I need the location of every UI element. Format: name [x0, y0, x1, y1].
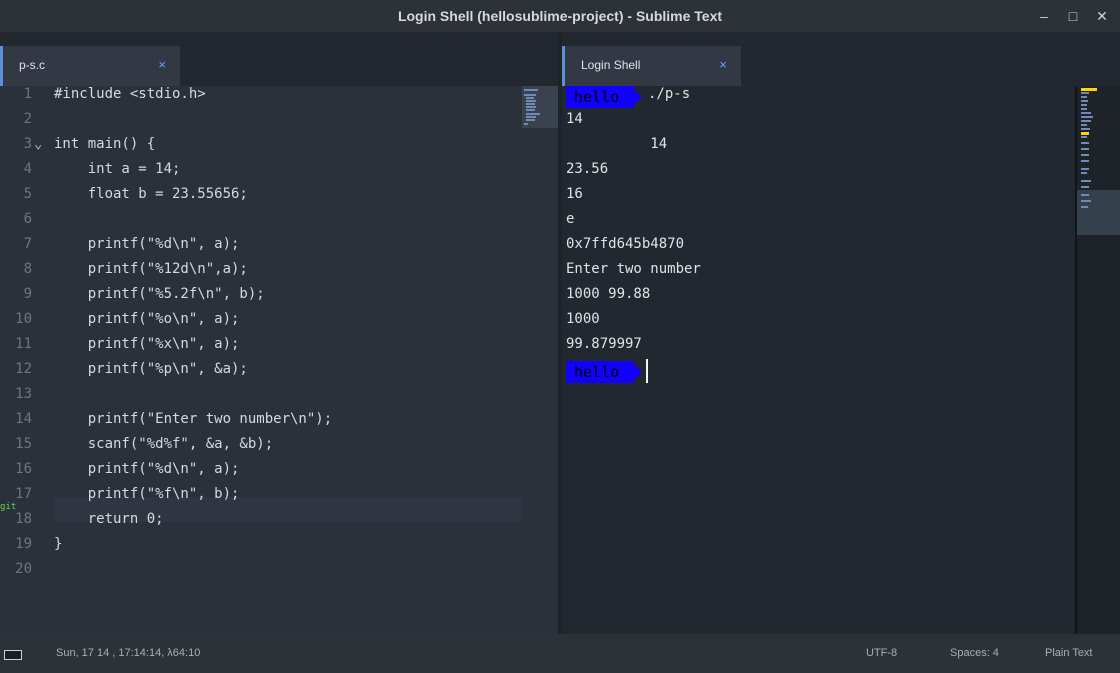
line-number: 11: [15, 336, 32, 352]
line-number: 18: [15, 511, 32, 527]
code-line: 18 return 0;: [0, 511, 558, 536]
code-line: 19}: [0, 536, 558, 561]
terminal-line: 14: [566, 136, 668, 152]
tab-login-shell[interactable]: Login Shell ×: [562, 46, 741, 86]
code-line: 13: [0, 386, 558, 411]
line-number: 5: [23, 186, 32, 202]
code-line: 20: [0, 561, 558, 586]
line-number: 6: [23, 211, 32, 227]
line-number: 9: [23, 286, 32, 302]
code-line: 11 printf("%x\n", a);: [0, 336, 558, 361]
tab-close-icon[interactable]: ×: [158, 57, 166, 72]
line-number: 16: [15, 461, 32, 477]
code-line: 6: [0, 211, 558, 236]
status-bar: Sun, 17 14 , 17:14:14, λ64:10 UTF-8 Spac…: [0, 634, 1120, 673]
terminal-line: e: [566, 211, 575, 227]
code-line: 10 printf("%o\n", a);: [0, 311, 558, 336]
line-number: 7: [23, 236, 32, 252]
terminal-command: ./p-s: [648, 86, 691, 102]
code-line: 14 printf("Enter two number\n");: [0, 411, 558, 436]
status-indentation[interactable]: Spaces: 4: [950, 647, 999, 659]
line-number: 12: [15, 361, 32, 377]
code-text: printf("%o\n", a);: [54, 311, 240, 327]
code-text: printf("%x\n", a);: [54, 336, 240, 352]
code-line: 5 float b = 23.55656;: [0, 186, 558, 211]
terminal-line: 23.56: [566, 161, 609, 177]
terminal-line: 99.879997: [566, 336, 642, 352]
line-number: 4: [23, 161, 32, 177]
maximize-button[interactable]: □: [1063, 6, 1083, 26]
status-clock: Sun, 17 14 , 17:14:14, λ64:10: [56, 647, 201, 659]
title-bar: Login Shell (hellosublime-project) - Sub…: [0, 0, 1120, 32]
fold-chevron-icon[interactable]: ⌄: [34, 136, 42, 152]
code-text: #include <stdio.h>: [54, 86, 206, 102]
line-number: 3: [23, 136, 32, 152]
code-text: int main() {: [54, 136, 156, 152]
right-minimap[interactable]: [1077, 86, 1120, 634]
terminal-line: 0x7ffd645b4870: [566, 236, 685, 252]
code-line: 12 printf("%p\n", &a);: [0, 361, 558, 386]
left-minimap[interactable]: [522, 86, 558, 128]
left-tab-strip: p-s.c ×: [0, 32, 558, 86]
terminal-line: 1000: [566, 311, 600, 327]
code-line: 1 #include <stdio.h>: [0, 86, 558, 111]
line-number: 2: [23, 111, 32, 127]
code-text: scanf("%d%f", &a, &b);: [54, 436, 274, 452]
prompt-text: hello: [574, 363, 620, 381]
prompt-text: hello: [574, 88, 620, 106]
status-syntax[interactable]: Plain Text: [1045, 647, 1093, 659]
code-text: printf("%d\n", a);: [54, 236, 240, 252]
line-number: 17: [15, 486, 32, 502]
window-title: Login Shell (hellosublime-project) - Sub…: [397, 8, 723, 24]
prompt-badge: hello: [566, 361, 642, 383]
line-number: 19: [15, 536, 32, 552]
prompt-badge: hello: [566, 86, 642, 108]
code-text: printf("%12d\n",a);: [54, 261, 248, 277]
status-encoding[interactable]: UTF-8: [866, 647, 897, 659]
code-text: return 0;: [54, 511, 164, 527]
code-line: 3 ⌄ int main() {: [0, 136, 558, 161]
terminal-output[interactable]: hello ./p-s 14 14 23.56 16 e 0x7ffd645b4…: [562, 86, 1077, 634]
code-line: 7 printf("%d\n", a);: [0, 236, 558, 261]
text-cursor: [646, 359, 648, 383]
panel-toggle-icon[interactable]: [4, 650, 22, 660]
code-text: printf("%f\n", b);: [54, 486, 240, 502]
code-editor[interactable]: git 1 #include <stdio.h> 2 3 ⌄ int main() {…: [0, 86, 558, 634]
code-text: printf("%d\n", a);: [54, 461, 240, 477]
code-text: printf("Enter two number\n");: [54, 411, 333, 427]
line-number: 20: [15, 561, 32, 577]
tab-close-icon[interactable]: ×: [719, 57, 727, 72]
code-line: 9 printf("%5.2f\n", b);: [0, 286, 558, 311]
minimap-viewport[interactable]: [1077, 190, 1120, 235]
line-number: 10: [15, 311, 32, 327]
tab-label: Login Shell: [581, 58, 641, 72]
code-text: int a = 14;: [54, 161, 181, 177]
tab-label: p-s.c: [19, 58, 46, 72]
line-number: 13: [15, 386, 32, 402]
line-number: 8: [23, 261, 32, 277]
tab-p-s-c[interactable]: p-s.c ×: [0, 46, 180, 86]
line-number: 15: [15, 436, 32, 452]
line-number: 14: [15, 411, 32, 427]
line-number: 1: [23, 86, 32, 102]
code-text: printf("%5.2f\n", b);: [54, 286, 265, 302]
terminal-line: 16: [566, 186, 583, 202]
code-line: 2: [0, 111, 558, 136]
minimize-button[interactable]: –: [1034, 6, 1054, 26]
code-line: 8 printf("%12d\n",a);: [0, 261, 558, 286]
right-tab-strip: Login Shell ×: [562, 32, 1120, 86]
code-line: 17 printf("%f\n", b);: [0, 486, 558, 511]
code-text: float b = 23.55656;: [54, 186, 248, 202]
code-line: 15 scanf("%d%f", &a, &b);: [0, 436, 558, 461]
code-line: 16 printf("%d\n", a);: [0, 461, 558, 486]
code-text: printf("%p\n", &a);: [54, 361, 248, 377]
terminal-line: 1000 99.88: [566, 286, 651, 302]
code-line: 4 int a = 14;: [0, 161, 558, 186]
terminal-line: 14: [566, 111, 583, 127]
close-button[interactable]: ✕: [1092, 6, 1112, 26]
code-text: }: [54, 536, 63, 552]
terminal-line: Enter two number: [566, 261, 701, 277]
